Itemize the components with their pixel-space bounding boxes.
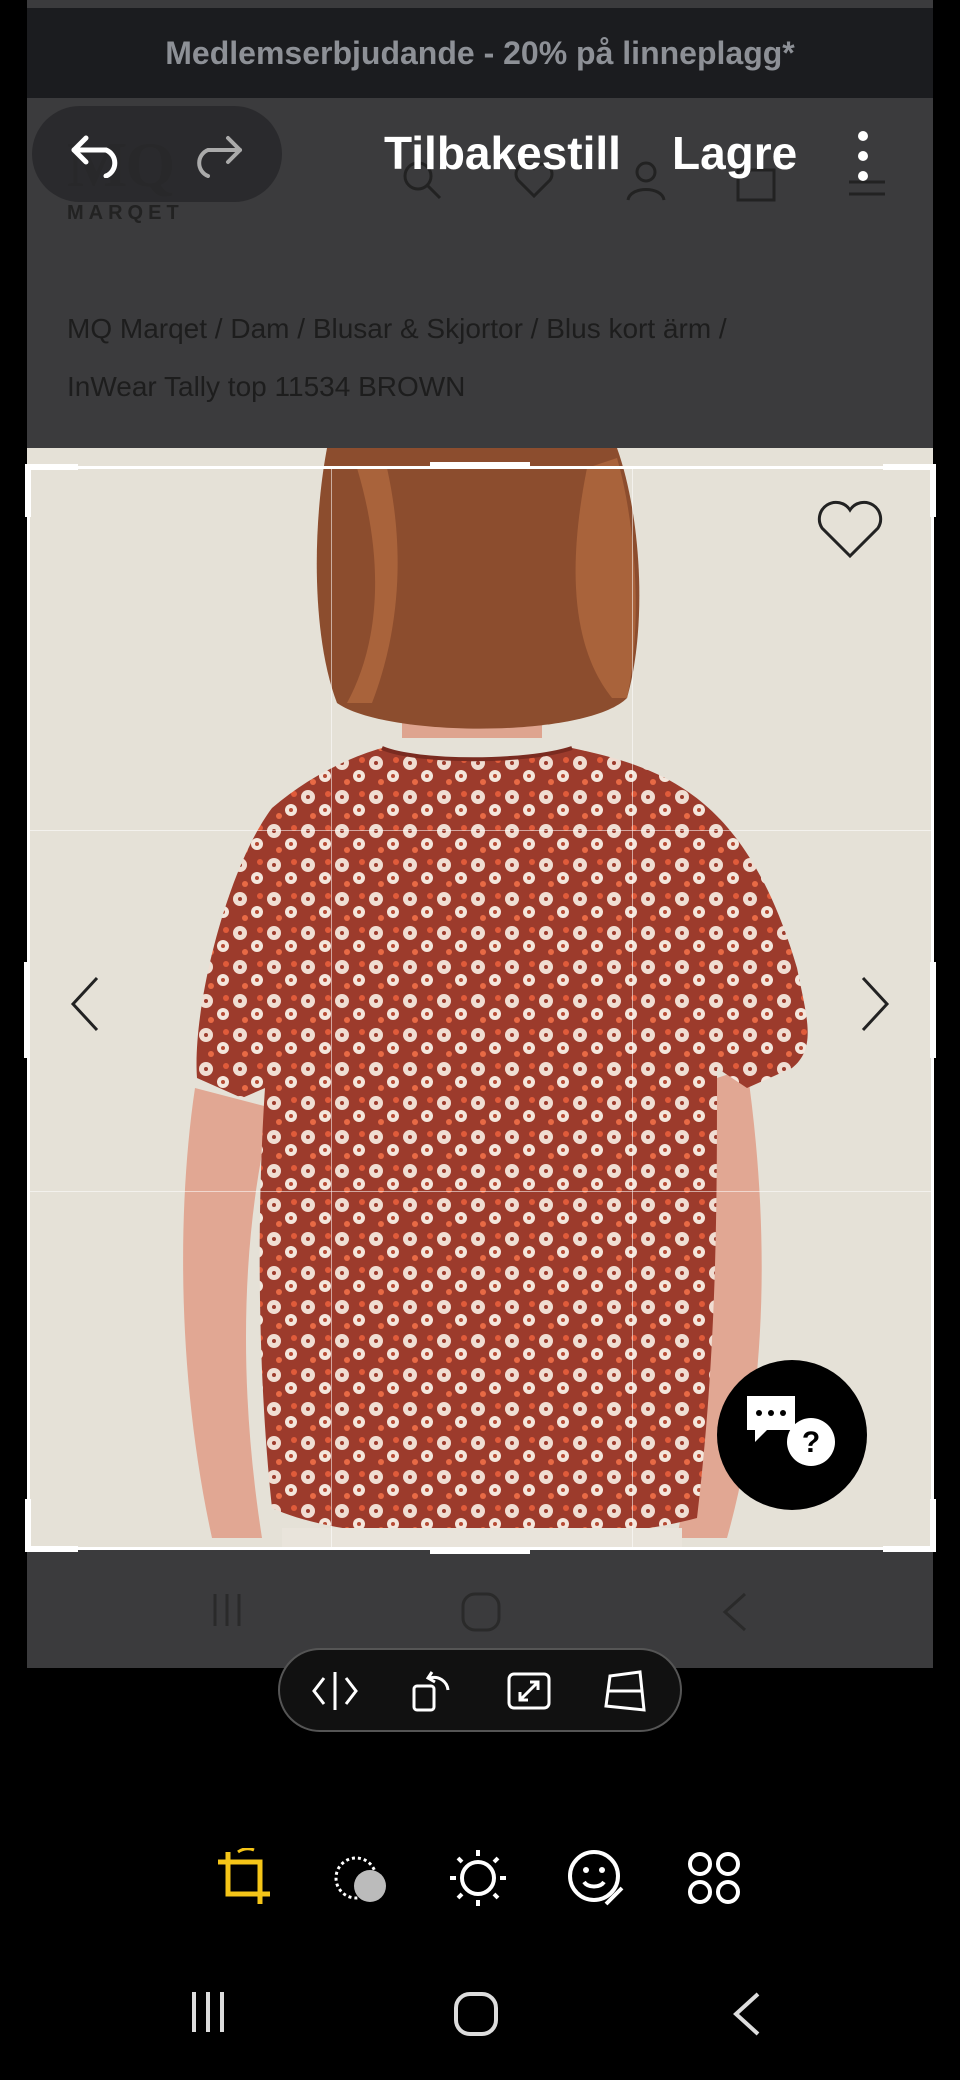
user-icon — [626, 161, 666, 201]
undo-icon[interactable] — [70, 130, 126, 178]
promo-banner: Medlemserbjudande - 20% på linneplagg* — [27, 8, 933, 98]
rotate-icon[interactable] — [408, 1666, 458, 1716]
crop-handle-bottom[interactable] — [430, 1548, 530, 1554]
crop-handle-top-right[interactable] — [880, 464, 936, 520]
reset-button[interactable]: Tilbakestill — [384, 126, 621, 180]
redo-icon[interactable] — [188, 130, 244, 178]
back-icon[interactable] — [728, 1990, 764, 2038]
crop-handle-top-left[interactable] — [25, 464, 81, 520]
breadcrumb: MQ Marqet / Dam / Blusar & Skjortor / Bl… — [67, 300, 897, 416]
sticker-icon[interactable] — [566, 1848, 626, 1908]
home-icon — [461, 1592, 501, 1632]
adjust-brightness-icon[interactable] — [448, 1848, 508, 1908]
grid-line — [632, 469, 633, 1547]
breadcrumb-line: InWear Tally top 11534 BROWN — [67, 371, 466, 402]
crop-frame[interactable] — [27, 466, 934, 1550]
flip-icon[interactable] — [310, 1666, 360, 1716]
crop-handle-right[interactable] — [930, 962, 936, 1058]
breadcrumb-line: MQ Marqet / Dam / Blusar & Skjortor / Bl… — [67, 313, 727, 344]
recents-icon[interactable] — [186, 1990, 230, 2034]
back-icon — [722, 1592, 747, 1632]
save-button[interactable]: Lagre — [672, 126, 797, 180]
grid-line — [331, 469, 332, 1547]
more-options-icon[interactable] — [848, 128, 878, 188]
filter-tool-icon[interactable] — [332, 1848, 392, 1908]
crop-handle-top[interactable] — [430, 462, 530, 468]
recents-icon — [213, 1594, 241, 1626]
crop-tool-icon[interactable] — [214, 1848, 274, 1908]
promo-text: Medlemserbjudande - 20% på linneplagg* — [165, 34, 795, 71]
crop-handle-left[interactable] — [24, 962, 30, 1058]
home-icon[interactable] — [452, 1990, 500, 2038]
logo-text: MARQET — [67, 202, 184, 224]
expand-icon[interactable] — [504, 1666, 554, 1716]
grid-line — [30, 830, 931, 831]
perspective-icon[interactable] — [600, 1666, 650, 1716]
more-tools-icon[interactable] — [684, 1848, 744, 1908]
crop-handle-bottom-left[interactable] — [25, 1496, 81, 1552]
crop-handle-bottom-right[interactable] — [880, 1496, 936, 1552]
grid-line — [30, 1191, 931, 1192]
